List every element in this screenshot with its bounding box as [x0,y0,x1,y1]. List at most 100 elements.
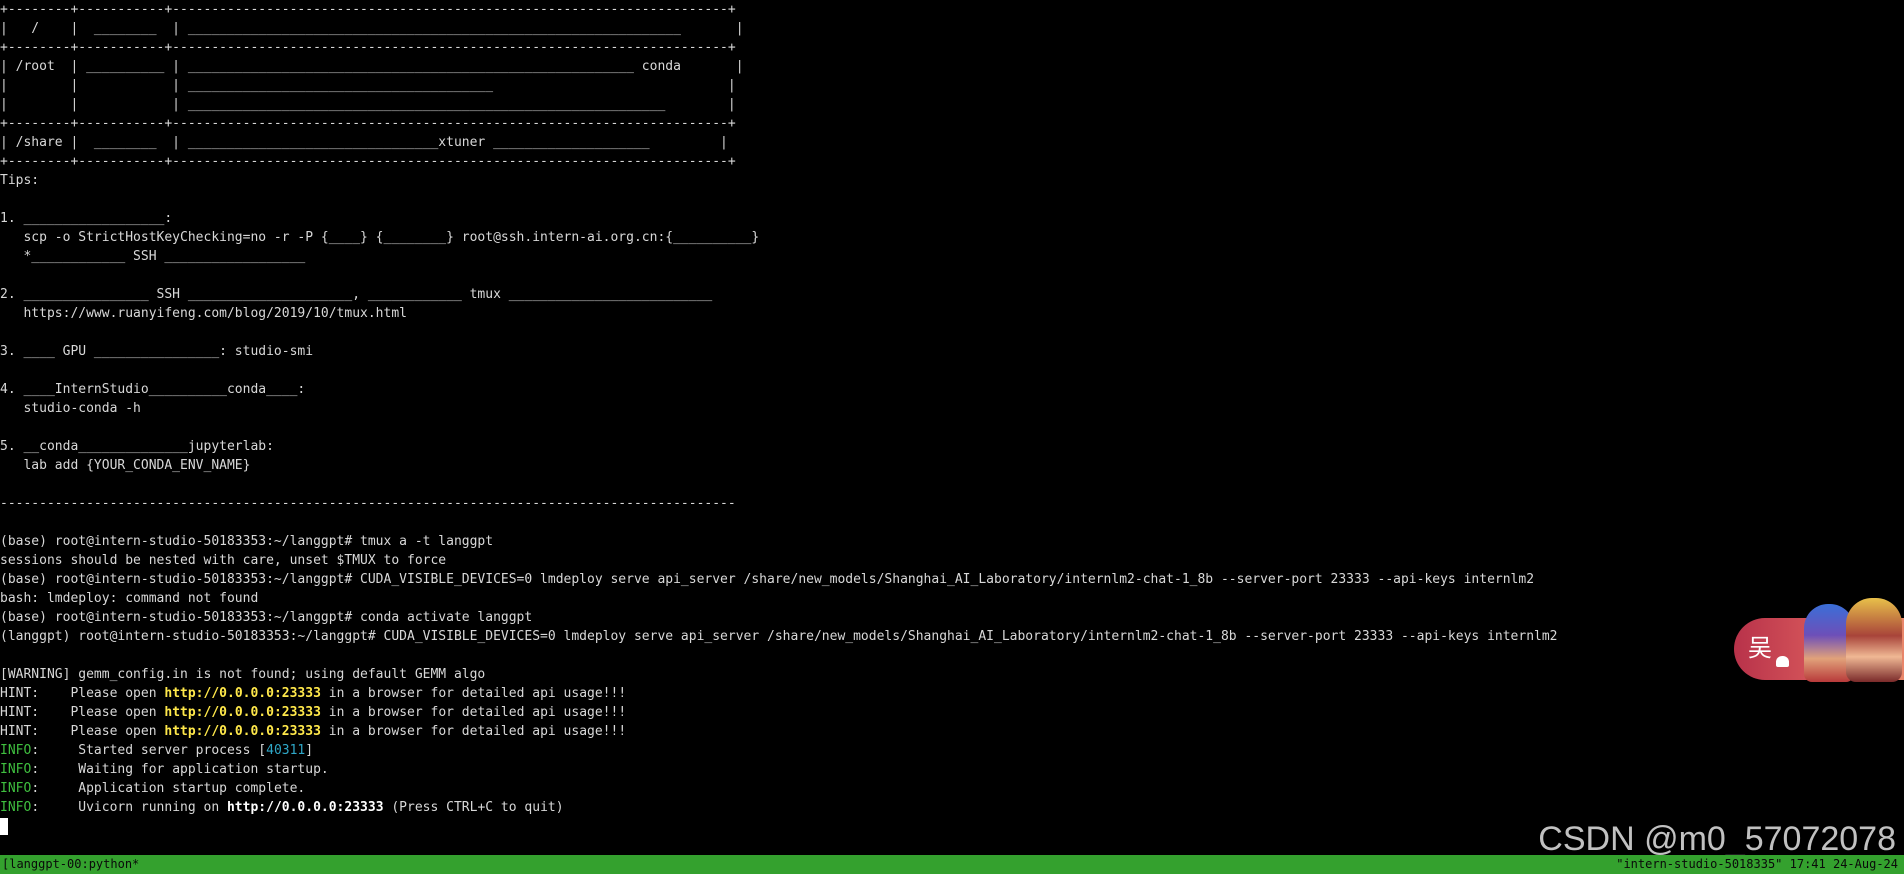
terminal-line: +--------+-----------+------------------… [0,152,1904,171]
terminal-text: http://0.0.0.0:23333 [164,724,321,739]
terminal-line: ----------------------------------------… [0,494,1904,513]
terminal-text: (Press CTRL+C to quit) [383,800,564,815]
terminal-text: INFO [0,800,32,815]
terminal-text: lab add {YOUR_CONDA_ENV_NAME} [0,458,251,473]
terminal-line: 4. ____InternStudio__________conda____: [0,380,1904,399]
terminal-line: bash: lmdeploy: command not found [0,589,1904,608]
terminal-line: INFO: Application startup complete. [0,779,1904,798]
terminal-text: [WARNING] gemm_config.in is not found; u… [0,667,486,682]
tmux-window-list[interactable]: [langgpt-00:python* [2,855,139,874]
terminal-text: +--------+-----------+------------------… [0,40,736,55]
terminal-text: (base) root@intern-studio-50183353:~/lan… [0,610,533,625]
tmux-status-info: "intern-studio-5018335" 17:41 24-Aug-24 [1616,857,1898,871]
terminal-text: 5. __conda______________jupyterlab: [0,439,274,454]
terminal-line: | /root | __________ | _________________… [0,57,1904,76]
terminal-text: 40311 [266,743,306,758]
terminal-line: +--------+-----------+------------------… [0,114,1904,133]
terminal-text: Tips: [0,173,40,188]
widget-label: 吴 [1748,634,1772,662]
terminal-text: http://0.0.0.0:23333 [226,800,384,815]
terminal-line: (langgpt) root@intern-studio-50183353:~/… [0,627,1904,646]
terminal-line: *____________ SSH __________________ [0,247,1904,266]
terminal-text: : Uvicorn running on [31,800,227,815]
terminal-text: http://0.0.0.0:23333 [164,705,321,720]
watermark: CSDN @m0_57072078 [1538,820,1896,858]
terminal-line: INFO: Uvicorn running on http://0.0.0.0:… [0,798,1904,817]
terminal-line: [WARNING] gemm_config.in is not found; u… [0,665,1904,684]
terminal-text: +--------+-----------+------------------… [0,116,736,131]
terminal-text: http://0.0.0.0:23333 [164,686,321,701]
character-figure-icon [1846,598,1902,682]
terminal-text: *____________ SSH __________________ [0,249,306,264]
terminal-text: 4. ____InternStudio__________conda____: [0,382,306,397]
terminal-cursor [0,818,8,835]
terminal-text: sessions should be nested with care, uns… [0,553,447,568]
terminal-text: (base) root@intern-studio-50183353:~/lan… [0,572,1535,587]
terminal-text: | | | __________________________________… [0,97,736,112]
terminal-line: | | | __________________________________… [0,76,1904,95]
terminal-line: scp -o StrictHostKeyChecking=no -r -P {_… [0,228,1904,247]
terminal-text: | /share | ________ | __________________… [0,135,728,150]
terminal-text: HINT: Please open [0,686,165,701]
terminal-text: https://www.ruanyifeng.com/blog/2019/10/… [0,306,407,321]
terminal-text: INFO [0,762,32,777]
terminal-text: : Application startup complete. [31,781,306,796]
terminal-text: INFO [0,743,32,758]
terminal-output[interactable]: +--------+-----------+------------------… [0,0,1904,855]
terminal-line: https://www.ruanyifeng.com/blog/2019/10/… [0,304,1904,323]
terminal-line: | | | __________________________________… [0,95,1904,114]
terminal-text: | /root | __________ | _________________… [0,59,744,74]
terminal-line: | /share | ________ | __________________… [0,133,1904,152]
terminal-line: HINT: Please open http://0.0.0.0:23333 i… [0,684,1904,703]
terminal-line: +--------+-----------+------------------… [0,0,1904,19]
terminal-text: | | | __________________________________… [0,78,736,93]
terminal-text: +--------+-----------+------------------… [0,2,736,17]
terminal-text: +--------+-----------+------------------… [0,154,736,169]
terminal-line: INFO: Started server process [40311] [0,741,1904,760]
terminal-text: INFO [0,781,32,796]
terminal-line: | / | ________ | _______________________… [0,19,1904,38]
terminal-text: in a browser for detailed api usage!!! [320,724,627,739]
terminal-text: scp -o StrictHostKeyChecking=no -r -P {_… [0,230,760,245]
terminal-text: in a browser for detailed api usage!!! [320,686,627,701]
terminal-text: HINT: Please open [0,724,165,739]
tmux-status-bar: [langgpt-00:python* "intern-studio-50183… [0,855,1904,874]
terminal-lines: +--------+-----------+------------------… [0,0,1904,817]
terminal-line: INFO: Waiting for application startup. [0,760,1904,779]
hat-icon [1776,656,1789,667]
floating-assistant-widget[interactable]: 吴 [1734,598,1904,684]
terminal-line: lab add {YOUR_CONDA_ENV_NAME} [0,456,1904,475]
terminal-line: HINT: Please open http://0.0.0.0:23333 i… [0,703,1904,722]
terminal-text: ] [305,743,314,758]
terminal-text: 3. ____ GPU ________________: studio-smi [0,344,314,359]
terminal-text: (langgpt) root@intern-studio-50183353:~/… [0,629,1558,644]
terminal-line: sessions should be nested with care, uns… [0,551,1904,570]
terminal-text: (base) root@intern-studio-50183353:~/lan… [0,534,494,549]
terminal-text: HINT: Please open [0,705,165,720]
terminal-line: +--------+-----------+------------------… [0,38,1904,57]
terminal-text: ----------------------------------------… [0,496,736,511]
terminal-text: 1. __________________: [0,211,173,226]
terminal-line: 2. ________________ SSH ________________… [0,285,1904,304]
terminal-text: studio-conda -h [0,401,141,416]
terminal-line: HINT: Please open http://0.0.0.0:23333 i… [0,722,1904,741]
terminal-text: | / | ________ | _______________________… [0,21,744,36]
terminal-line: (base) root@intern-studio-50183353:~/lan… [0,532,1904,551]
terminal-line: Tips: [0,171,1904,190]
terminal-text: 2. ________________ SSH ________________… [0,287,713,302]
terminal-line: 5. __conda______________jupyterlab: [0,437,1904,456]
terminal-text: bash: lmdeploy: command not found [0,591,259,606]
terminal-text: : Started server process [ [31,743,267,758]
terminal-text: in a browser for detailed api usage!!! [320,705,627,720]
terminal-text: : Waiting for application startup. [31,762,329,777]
terminal-line: studio-conda -h [0,399,1904,418]
terminal-line: 1. __________________: [0,209,1904,228]
terminal-line: (base) root@intern-studio-50183353:~/lan… [0,570,1904,589]
